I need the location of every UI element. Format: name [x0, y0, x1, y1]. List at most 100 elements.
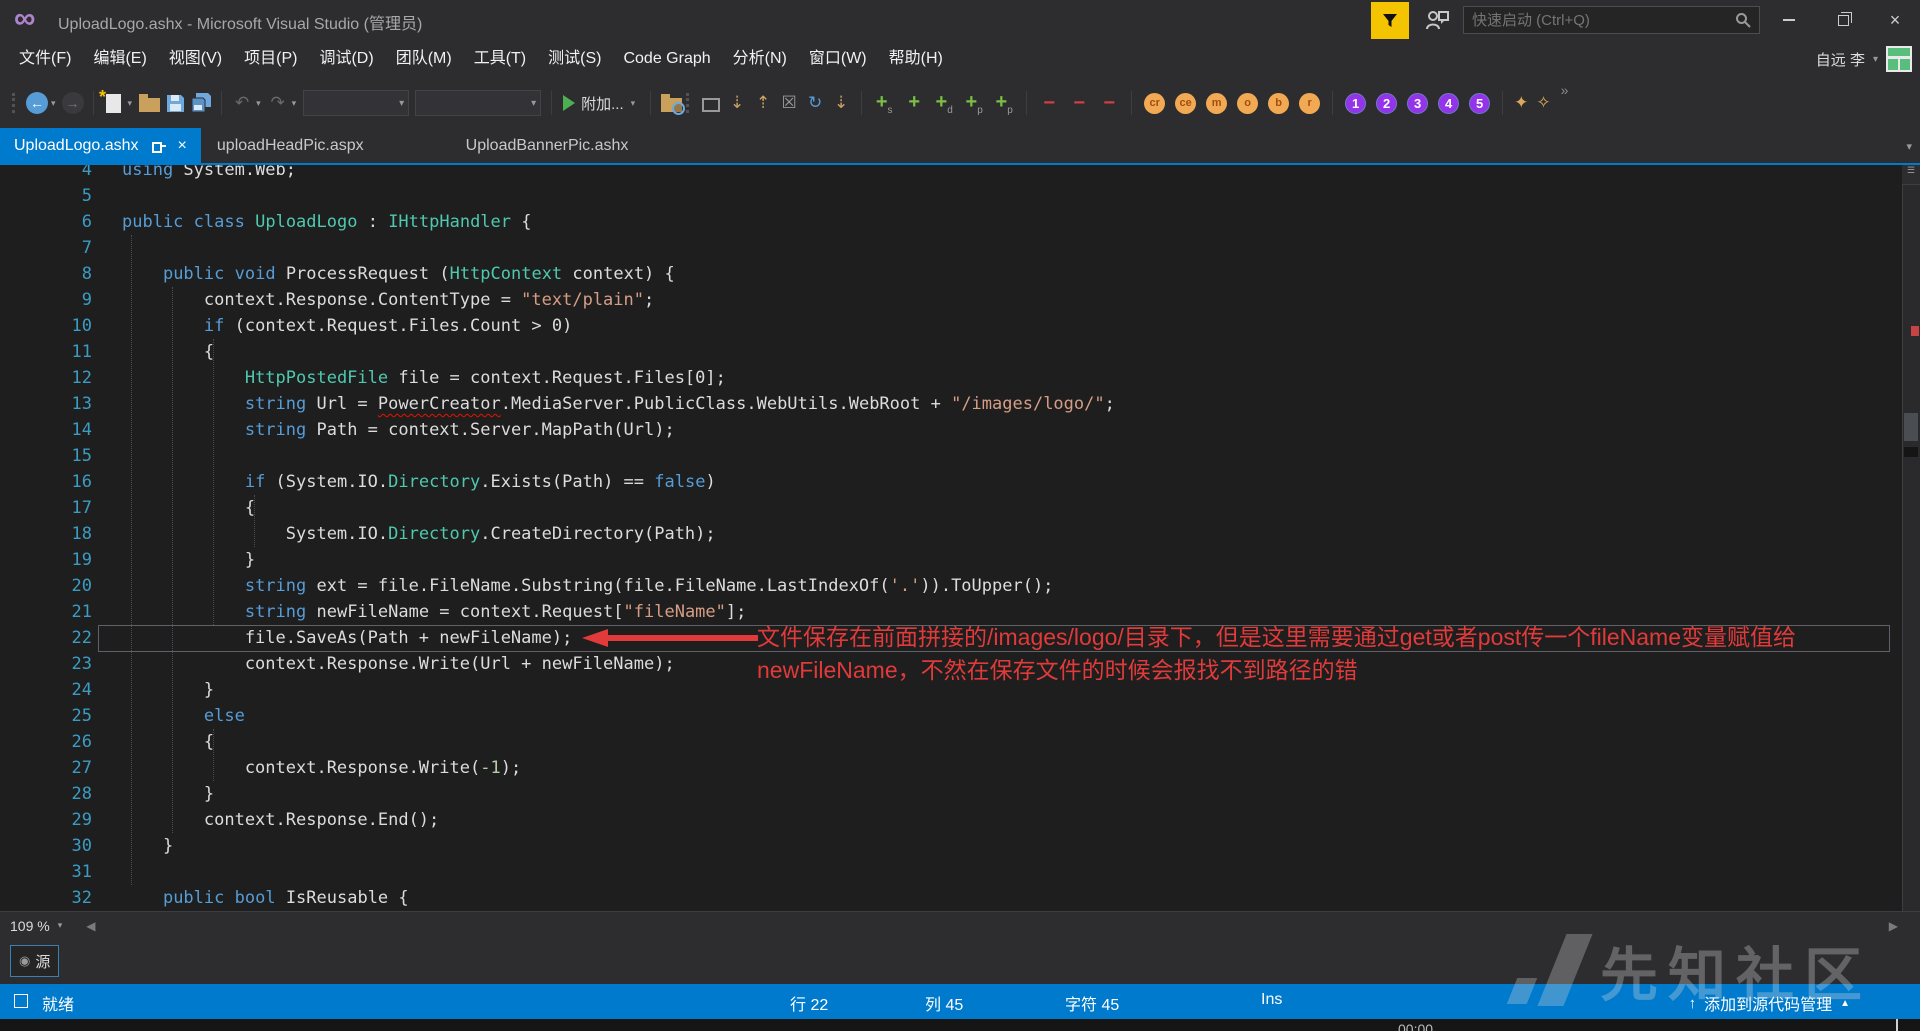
- zoom-level[interactable]: 109 %: [0, 918, 50, 934]
- chevron-down-icon[interactable]: ▾: [128, 98, 133, 109]
- code-line-8[interactable]: 8 public void ProcessRequest (HttpContex…: [0, 261, 1920, 287]
- save-all-button[interactable]: [188, 90, 214, 116]
- code-line-11[interactable]: 11 {: [0, 339, 1920, 365]
- find-in-files-button[interactable]: [658, 90, 684, 116]
- code-line-6[interactable]: 6public class UploadLogo : IHttpHandler …: [0, 209, 1920, 235]
- code-line-25[interactable]: 25 else: [0, 703, 1920, 729]
- code-line-17[interactable]: 17 {: [0, 495, 1920, 521]
- code-line-28[interactable]: 28 }: [0, 781, 1920, 807]
- remove-item-button[interactable]: −: [1064, 92, 1094, 115]
- tab-uploadheadpic.aspx[interactable]: uploadHeadPic.aspx: [201, 128, 380, 163]
- menu-item-d[interactable]: 调试(D): [308, 40, 384, 78]
- chevron-down-icon[interactable]: ▾: [51, 98, 56, 109]
- restore-button[interactable]: [1822, 0, 1864, 40]
- code-line-15[interactable]: 15: [0, 443, 1920, 469]
- undo-checkout-button[interactable]: ☒: [776, 90, 802, 116]
- code-line-18[interactable]: 18 System.IO.Directory.CreateDirectory(P…: [0, 521, 1920, 547]
- undo-button[interactable]: ↶: [229, 90, 255, 116]
- navigate-forward-button[interactable]: →: [60, 90, 86, 116]
- code-line-13[interactable]: 13 string Url = PowerCreator.MediaServer…: [0, 391, 1920, 417]
- window-layout-button[interactable]: [698, 90, 724, 116]
- code-line-31[interactable]: 31: [0, 859, 1920, 885]
- redo-button[interactable]: ↷: [265, 90, 291, 116]
- remove-item-button[interactable]: −: [1034, 92, 1064, 115]
- scroll-left-arrow-icon[interactable]: ◀: [86, 919, 95, 933]
- menu-item-f[interactable]: 文件(F): [8, 40, 82, 78]
- quick-launch-box[interactable]: [1463, 6, 1760, 34]
- menu-item-t[interactable]: 工具(T): [463, 40, 537, 78]
- feedback-icon[interactable]: [1425, 9, 1449, 31]
- chevron-down-icon[interactable]: ▾: [58, 920, 63, 931]
- splitter-handle[interactable]: ☰: [1902, 165, 1920, 185]
- code-editor[interactable]: 4using System.Web;56public class UploadL…: [0, 165, 1920, 911]
- numbered-badge-2[interactable]: 2: [1376, 93, 1397, 114]
- code-line-27[interactable]: 27 context.Response.Write(-1);: [0, 755, 1920, 781]
- add-item-button[interactable]: +: [899, 91, 929, 116]
- open-file-button[interactable]: [136, 90, 162, 116]
- numbered-badge-1[interactable]: 1: [1345, 93, 1366, 114]
- menu-item-codegraph[interactable]: Code Graph: [612, 40, 721, 78]
- code-line-9[interactable]: 9 context.Response.ContentType = "text/p…: [0, 287, 1920, 313]
- code-line-16[interactable]: 16 if (System.IO.Directory.Exists(Path) …: [0, 469, 1920, 495]
- bookmark-tool-icon[interactable]: ✧: [1536, 93, 1550, 113]
- tab-uploadbannerpic.ashx[interactable]: UploadBannerPic.ashx: [450, 128, 645, 163]
- add-item-button[interactable]: +p: [989, 91, 1019, 116]
- add-to-source-control-button[interactable]: ↑ 添加到源代码管理 ▲: [1689, 991, 1850, 1015]
- snippet-badge-o[interactable]: o: [1237, 93, 1258, 114]
- pin-icon[interactable]: [151, 139, 166, 153]
- scroll-right-arrow-icon[interactable]: ▶: [1889, 919, 1898, 933]
- account-area[interactable]: 自远 李 ▾: [1816, 46, 1920, 72]
- toolbar-grip[interactable]: [686, 93, 690, 113]
- menu-item-s[interactable]: 测试(S): [537, 40, 612, 78]
- code-line-29[interactable]: 29 context.Response.End();: [0, 807, 1920, 833]
- config-combobox[interactable]: ▾: [303, 90, 409, 116]
- code-line-32[interactable]: 32 public bool IsReusable {: [0, 885, 1920, 911]
- snippet-badge-ce[interactable]: ce: [1175, 93, 1196, 114]
- code-line-21[interactable]: 21 string newFileName = context.Request[…: [0, 599, 1920, 625]
- menu-item-w[interactable]: 窗口(W): [798, 40, 878, 78]
- tab-list-chevron-icon[interactable]: ▾: [1906, 140, 1912, 153]
- code-line-26[interactable]: 26 {: [0, 729, 1920, 755]
- add-item-button[interactable]: +d: [929, 91, 959, 116]
- toolbar-overflow-icon[interactable]: »: [1561, 78, 1569, 98]
- platform-combobox[interactable]: ▾: [415, 90, 541, 116]
- navigate-back-button[interactable]: ←: [24, 90, 50, 116]
- snippet-badge-r[interactable]: r: [1299, 93, 1320, 114]
- code-line-7[interactable]: 7: [0, 235, 1920, 261]
- scrollbar-thumb[interactable]: [1904, 413, 1918, 441]
- menu-item-n[interactable]: 分析(N): [722, 40, 798, 78]
- code-line-14[interactable]: 14 string Path = context.Server.MapPath(…: [0, 417, 1920, 443]
- bookmark-tool-icon[interactable]: ✦: [1514, 93, 1528, 113]
- code-line-19[interactable]: 19 }: [0, 547, 1920, 573]
- quick-launch-input[interactable]: [1464, 12, 1735, 29]
- snippet-badge-cr[interactable]: cr: [1144, 93, 1165, 114]
- code-line-30[interactable]: 30 }: [0, 833, 1920, 859]
- minimize-button[interactable]: [1768, 0, 1810, 40]
- remove-item-button[interactable]: −: [1094, 92, 1124, 115]
- refresh-status-button[interactable]: ↻: [802, 90, 828, 116]
- chevron-down-icon[interactable]: ▾: [256, 98, 261, 109]
- snippet-badge-b[interactable]: b: [1268, 93, 1289, 114]
- menu-item-h[interactable]: 帮助(H): [878, 40, 954, 78]
- new-file-button[interactable]: [101, 90, 127, 116]
- get-latest-button[interactable]: ⇣: [828, 90, 854, 116]
- toolbar-grip[interactable]: [12, 93, 16, 113]
- menu-item-p[interactable]: 项目(P): [233, 40, 308, 78]
- menu-item-v[interactable]: 视图(V): [158, 40, 233, 78]
- checkin-button[interactable]: ⇣: [724, 90, 750, 116]
- menu-item-e[interactable]: 编辑(E): [82, 40, 157, 78]
- code-line-5[interactable]: 5: [0, 183, 1920, 209]
- tab-uploadlogo.ashx[interactable]: UploadLogo.ashx×: [0, 128, 201, 163]
- code-line-20[interactable]: 20 string ext = file.FileName.Substring(…: [0, 573, 1920, 599]
- menu-item-m[interactable]: 团队(M): [385, 40, 463, 78]
- vertical-scrollbar[interactable]: [1902, 165, 1920, 911]
- attach-button[interactable]: 附加... ▾: [563, 93, 639, 114]
- code-line-10[interactable]: 10 if (context.Request.Files.Count > 0): [0, 313, 1920, 339]
- avatar[interactable]: [1886, 46, 1912, 72]
- snippet-badge-m[interactable]: m: [1206, 93, 1227, 114]
- filter-button[interactable]: [1371, 2, 1409, 39]
- close-button[interactable]: ×: [1874, 0, 1916, 40]
- chevron-down-icon[interactable]: ▾: [292, 98, 297, 109]
- code-line-12[interactable]: 12 HttpPostedFile file = context.Request…: [0, 365, 1920, 391]
- add-item-button[interactable]: +s: [869, 91, 899, 116]
